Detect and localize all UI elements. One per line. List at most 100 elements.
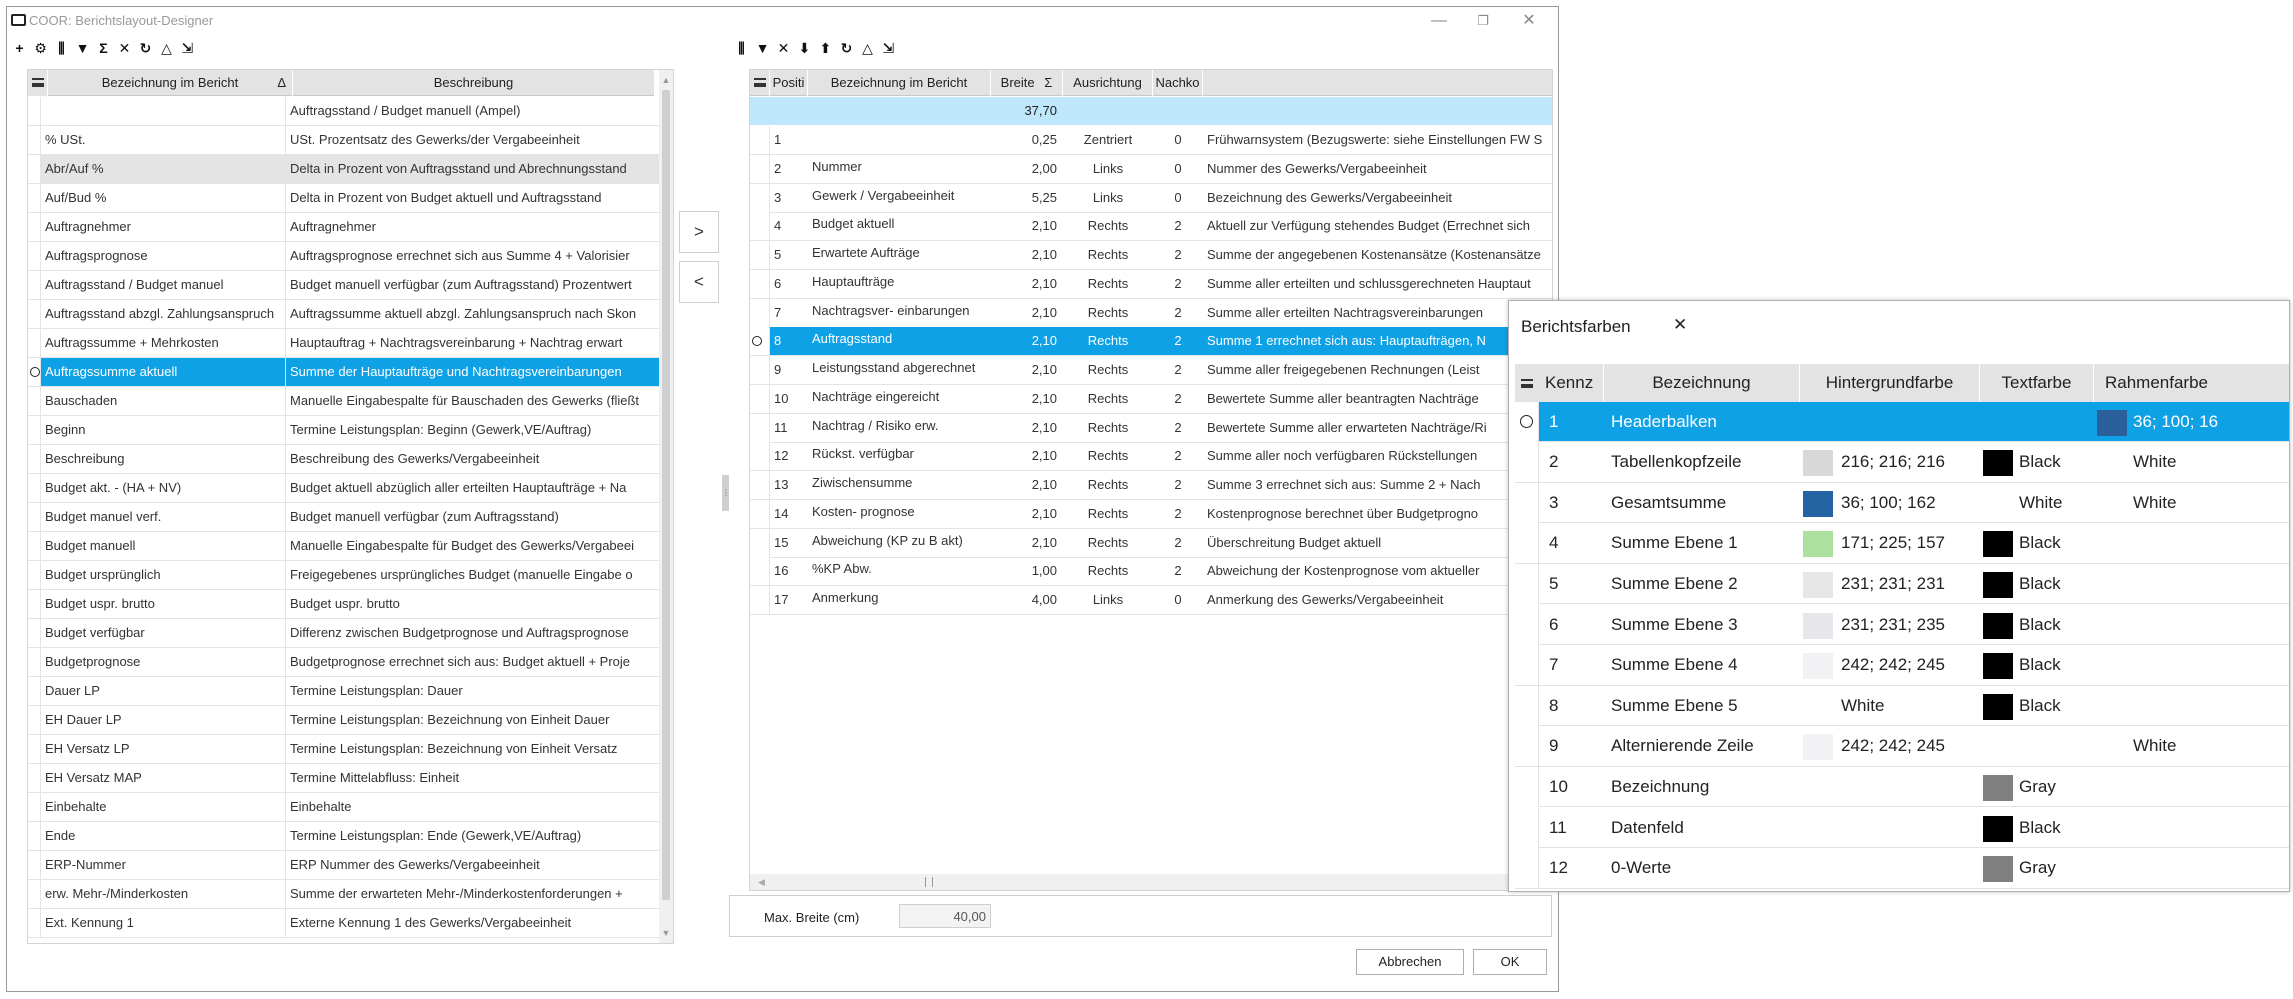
text-color-cell[interactable]	[1979, 402, 2093, 442]
table-row[interactable]: Auftragsprognose Auftragsprognose errechn…	[28, 242, 659, 271]
row-selector[interactable]	[28, 416, 41, 444]
table-row[interactable]: Auftragssumme + Mehrkosten Hauptauftrag +…	[28, 329, 659, 358]
row-selector[interactable]	[28, 271, 41, 299]
column-header-name[interactable]: Bezeichnung im Bericht Δ	[48, 70, 293, 96]
table-row[interactable]: 15 Abweichung (KP zu B akt) 2,10 Rechts 2 Üb…	[750, 528, 1552, 558]
column-header-alignment[interactable]: Ausrichtung	[1063, 70, 1153, 96]
row-selector[interactable]	[28, 184, 41, 212]
scroll-down-icon[interactable]: ▼	[659, 925, 673, 941]
row-selector[interactable]	[750, 183, 770, 212]
column-header-text-color[interactable]: Textfarbe	[1979, 364, 2093, 402]
warning-icon[interactable]: △	[156, 38, 177, 58]
background-color-cell[interactable]	[1799, 767, 1979, 807]
color-row[interactable]: 5 Summe Ebene 2 231; 231; 231 Black	[1515, 563, 2289, 605]
scrollbar-grip-icon[interactable]	[925, 877, 933, 887]
row-selector[interactable]	[750, 241, 770, 269]
table-row[interactable]: 6 Hauptaufträge 2,10 Rechts 2 Summe aller ert…	[750, 269, 1552, 299]
border-color-cell[interactable]	[2093, 767, 2219, 807]
row-selector[interactable]	[28, 677, 41, 705]
color-row[interactable]: 4 Summe Ebene 1 171; 225; 157 Black	[1515, 523, 2289, 564]
color-row[interactable]: 6 Summe Ebene 3 231; 231; 235 Black	[1515, 604, 2289, 645]
background-color-cell[interactable]: 171; 225; 157	[1799, 523, 1979, 563]
close-icon[interactable]: ✕	[1517, 11, 1541, 31]
table-row[interactable]: 4 Budget aktuell 2,10 Rechts 2 Aktuell zur Ve…	[750, 212, 1552, 242]
column-header-id[interactable]: Kennz	[1539, 364, 1603, 402]
column-header-border-color[interactable]: Rahmenfarbe	[2093, 364, 2219, 402]
row-selector[interactable]	[28, 793, 41, 821]
background-color-cell[interactable]	[1799, 848, 1979, 888]
background-color-cell[interactable]	[1799, 402, 1979, 442]
row-selector[interactable]	[28, 503, 41, 531]
table-row[interactable]: Ende Termine Leistungsplan: Ende (Gewerk,…	[28, 822, 659, 851]
row-selector[interactable]	[750, 471, 770, 499]
border-color-cell[interactable]: White	[2093, 483, 2219, 523]
scroll-up-icon[interactable]: ▲	[659, 72, 673, 88]
columns-icon[interactable]: ⫼	[51, 38, 72, 58]
row-selector[interactable]	[1515, 442, 1539, 483]
table-row[interactable]: 3 Gewerk / Vergabeeinheit 5,25 Links 0 Bezeic…	[750, 183, 1552, 213]
text-color-cell[interactable]: Gray	[1979, 848, 2093, 888]
row-selector[interactable]	[750, 126, 770, 154]
row-selector[interactable]	[28, 213, 41, 241]
row-selector[interactable]	[1515, 685, 1539, 726]
remove-field-button[interactable]: <	[679, 261, 719, 303]
move-down-icon[interactable]: ⬇	[794, 38, 815, 58]
table-row[interactable]: 1 0,25 Zentriert 0 Frühwarnsystem (Bezugswer…	[750, 126, 1552, 155]
table-row[interactable]: Abr/Auf % Delta in Prozent von Auftragsst…	[28, 155, 659, 184]
add-icon[interactable]: +	[9, 38, 30, 58]
column-header-description[interactable]: Beschreibung	[293, 70, 655, 96]
border-color-cell[interactable]	[2093, 523, 2219, 563]
horizontal-scrollbar[interactable]: ◀	[750, 874, 1552, 890]
row-selector[interactable]	[750, 586, 770, 614]
table-row[interactable]: 14 Kosten- prognose 2,10 Rechts 2 Kostenprogn…	[750, 499, 1552, 529]
table-row[interactable]: Ext. Kennung 1 Externe Kennung 1 des Gewe…	[28, 909, 659, 938]
border-color-cell[interactable]	[2093, 848, 2219, 888]
border-color-cell[interactable]	[2093, 645, 2219, 685]
table-row[interactable]: 12 Rückst. verfügbar 2,10 Rechts 2 Summe alle…	[750, 442, 1552, 472]
table-row[interactable]: 5 Erwartete Aufträge 2,10 Rechts 2 Summe der …	[750, 241, 1552, 270]
color-row[interactable]: 9 Alternierende Zeile 242; 242; 245 White	[1515, 726, 2289, 767]
text-color-cell[interactable]: White	[1979, 483, 2093, 523]
minimize-icon[interactable]: —	[1427, 11, 1451, 31]
add-field-button[interactable]: >	[679, 211, 719, 253]
table-row[interactable]: Budget uspr. brutto Budget uspr. brutto	[28, 590, 659, 619]
background-color-cell[interactable]: 216; 216; 216	[1799, 442, 1979, 482]
max-width-input[interactable]	[899, 904, 991, 928]
row-selector[interactable]	[28, 735, 41, 763]
table-row[interactable]: Budget verfügbar Differenz zwischen Budge…	[28, 619, 659, 648]
gear-icon[interactable]: ⚙	[30, 38, 51, 58]
column-header-background[interactable]: Hintergrundfarbe	[1799, 364, 1979, 402]
table-row[interactable]: Beschreibung Beschreibung des Gewerks/Ver…	[28, 445, 659, 474]
table-row[interactable]: erw. Mehr-/Minderkosten Summe der erwarte…	[28, 880, 659, 909]
row-selector[interactable]	[1515, 645, 1539, 686]
row-selector[interactable]	[28, 474, 41, 502]
color-row[interactable]: 1 Headerbalken 36; 100; 16	[1515, 401, 2289, 442]
row-selector[interactable]	[28, 822, 41, 850]
close-icon[interactable]: ✕	[1673, 315, 1687, 335]
row-selector[interactable]	[28, 561, 41, 589]
row-selector[interactable]	[750, 356, 770, 384]
cancel-button[interactable]: Abbrechen	[1356, 949, 1464, 975]
column-header-description[interactable]	[1203, 70, 1552, 96]
text-color-cell[interactable]: Black	[1979, 442, 2093, 482]
panel-splitter[interactable]: ⋮	[719, 49, 730, 984]
background-color-cell[interactable]: 231; 231; 231	[1799, 564, 1979, 604]
row-selector[interactable]	[750, 557, 770, 586]
border-color-cell[interactable]	[2093, 686, 2219, 726]
table-row[interactable]: 10 Nachträge eingereicht 2,10 Rechts 2 Bewert…	[750, 384, 1552, 414]
row-selector[interactable]	[28, 242, 41, 270]
table-row[interactable]: EH Versatz LP Termine Leistungsplan: Beze…	[28, 735, 659, 764]
table-row[interactable]: 11 Nachtrag / Risiko erw. 2,10 Rechts 2 Bewer…	[750, 413, 1552, 443]
border-color-cell[interactable]	[2093, 564, 2219, 604]
row-selector[interactable]	[1515, 604, 1539, 645]
row-selector[interactable]	[28, 590, 41, 618]
maximize-icon[interactable]: ❐	[1471, 11, 1495, 31]
text-color-cell[interactable]: Black	[1979, 686, 2093, 726]
table-row[interactable]: 9 Leistungsstand abgerechnet 2,10 Rechts 2 Su…	[750, 356, 1552, 385]
scroll-left-icon[interactable]: ◀	[758, 874, 765, 890]
color-row[interactable]: 7 Summe Ebene 4 242; 242; 245 Black	[1515, 645, 2289, 686]
row-selector[interactable]	[1515, 766, 1539, 807]
table-row[interactable]: Auftragsstand abzgl. Zahlungsanspruch Auf…	[28, 300, 659, 329]
color-row[interactable]: 11 Datenfeld Black	[1515, 807, 2289, 848]
text-color-cell[interactable]: Black	[1979, 808, 2093, 848]
